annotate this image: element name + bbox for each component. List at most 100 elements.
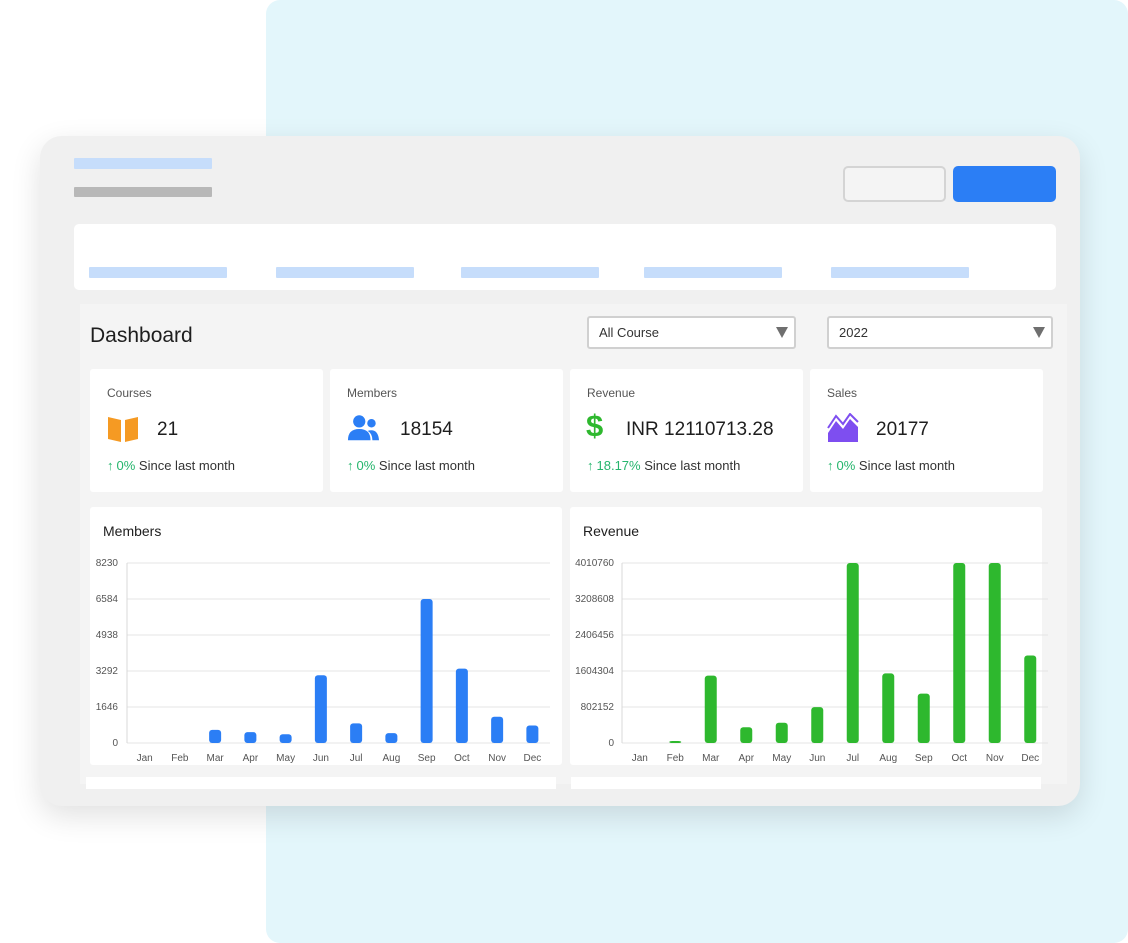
x-tick-label: Aug bbox=[879, 753, 897, 764]
bar-nov bbox=[988, 563, 1001, 743]
course-filter-value: All Course bbox=[599, 325, 659, 340]
app-window: Dashboard All Course 2022 Courses 21 ↑ 0%… bbox=[40, 136, 1080, 806]
arrow-up-icon: ↑ bbox=[587, 458, 594, 473]
stat-card-revenue: Revenue $ INR 12110713.28 ↑ 18.17% Since … bbox=[570, 369, 803, 492]
stat-label: Sales bbox=[827, 386, 858, 400]
stat-value: INR 12110713.28 bbox=[626, 419, 774, 440]
y-tick-label: 4938 bbox=[96, 630, 119, 641]
nav-item-2[interactable] bbox=[276, 267, 414, 278]
nav-item-4[interactable] bbox=[644, 267, 782, 278]
x-tick-label: Mar bbox=[207, 753, 225, 764]
area-chart-icon bbox=[827, 413, 859, 442]
bar-apr bbox=[740, 727, 753, 743]
revenue-bar-chart: 0 802152 1604304 2406456 3208608 4010760 Jan Fe… bbox=[575, 558, 1048, 764]
x-tick-label: Feb bbox=[171, 753, 189, 764]
bar-aug bbox=[882, 673, 895, 743]
bar-apr bbox=[244, 732, 257, 743]
x-tick-label: Jun bbox=[313, 753, 329, 764]
header-title-placeholder bbox=[74, 158, 212, 169]
header-subtitle-placeholder bbox=[74, 187, 212, 197]
stat-card-members: Members 18154 ↑ 0% Since last month bbox=[330, 369, 563, 492]
x-tick-label: Oct bbox=[454, 753, 470, 764]
bar-mar bbox=[704, 675, 717, 743]
arrow-up-icon: ↑ bbox=[107, 458, 114, 473]
bar-jul bbox=[350, 723, 363, 743]
primary-button[interactable] bbox=[953, 166, 1056, 202]
navigation-bar bbox=[74, 224, 1056, 290]
bar-aug bbox=[385, 733, 398, 743]
y-tick-label: 0 bbox=[112, 738, 118, 749]
y-tick-label: 802152 bbox=[581, 702, 615, 713]
stat-value: 21 bbox=[157, 419, 179, 440]
bar-dec bbox=[526, 725, 539, 743]
bar-may bbox=[775, 722, 788, 743]
members-chart-card: Members 0 1646 3292 4938 6584 8230 Jan Feb Mar Ap… bbox=[90, 507, 562, 765]
y-tick-label: 6584 bbox=[96, 594, 119, 605]
arrow-up-icon: ↑ bbox=[827, 458, 834, 473]
y-tick-label: 4010760 bbox=[575, 558, 614, 569]
x-tick-label: Aug bbox=[382, 753, 400, 764]
bar-may bbox=[279, 734, 292, 743]
stat-since: Since last month bbox=[644, 458, 741, 473]
nav-item-5[interactable] bbox=[831, 267, 969, 278]
stat-change: 18.17% bbox=[596, 458, 641, 473]
y-tick-label: 8230 bbox=[96, 558, 119, 569]
y-tick-label: 1646 bbox=[96, 702, 119, 713]
year-filter-value: 2022 bbox=[839, 325, 868, 340]
bar-sep bbox=[917, 693, 930, 743]
x-tick-label: Jan bbox=[137, 753, 153, 764]
bar-jun bbox=[811, 707, 824, 743]
stat-card-sales: Sales 20177 ↑ 0% Since last month bbox=[810, 369, 1043, 492]
users-icon bbox=[347, 415, 379, 441]
bar-oct bbox=[953, 563, 966, 743]
page-title: Dashboard bbox=[90, 324, 193, 347]
bar-feb bbox=[669, 741, 682, 743]
x-tick-label: Jun bbox=[809, 753, 825, 764]
x-tick-label: May bbox=[276, 753, 295, 764]
stat-label: Courses bbox=[107, 386, 152, 400]
stat-trend: ↑ 0% Since last month bbox=[347, 458, 475, 473]
bar-dec bbox=[1024, 655, 1037, 743]
stat-trend: ↑ 0% Since last month bbox=[107, 458, 235, 473]
stat-change: 0% bbox=[116, 458, 136, 473]
lower-card-left bbox=[86, 777, 556, 789]
x-tick-label: Sep bbox=[418, 753, 436, 764]
stat-change: 0% bbox=[356, 458, 376, 473]
stat-value: 18154 bbox=[400, 419, 453, 440]
x-tick-label: Oct bbox=[951, 753, 967, 764]
stat-label: Members bbox=[347, 386, 398, 400]
x-tick-label: May bbox=[772, 753, 791, 764]
x-tick-label: Dec bbox=[523, 753, 541, 764]
y-tick-label: 2406456 bbox=[575, 630, 614, 641]
bar-jul bbox=[846, 563, 859, 743]
x-tick-label: Nov bbox=[488, 753, 506, 764]
chevron-down-icon bbox=[1033, 327, 1045, 338]
lower-card-right bbox=[571, 777, 1041, 789]
secondary-button[interactable] bbox=[843, 166, 946, 202]
stat-label: Revenue bbox=[587, 386, 636, 400]
nav-item-3[interactable] bbox=[461, 267, 599, 278]
course-filter-select[interactable]: All Course bbox=[587, 316, 796, 349]
stat-trend: ↑ 0% Since last month bbox=[827, 458, 955, 473]
nav-item-1[interactable] bbox=[89, 267, 227, 278]
dashboard-content: Dashboard All Course 2022 Courses 21 ↑ 0%… bbox=[80, 304, 1067, 789]
bar-oct bbox=[455, 668, 468, 743]
x-tick-label: Nov bbox=[986, 753, 1004, 764]
stat-since: Since last month bbox=[138, 458, 236, 473]
x-tick-label: Jul bbox=[350, 753, 363, 764]
bar-nov bbox=[491, 716, 504, 743]
arrow-up-icon: ↑ bbox=[347, 458, 354, 473]
revenue-chart-card: Revenue 0 802152 1604304 2406456 3208608 4010… bbox=[570, 507, 1048, 765]
bar-jun bbox=[314, 675, 327, 743]
bar-mar bbox=[209, 729, 222, 743]
x-tick-label: Sep bbox=[915, 753, 933, 764]
x-tick-label: Mar bbox=[702, 753, 720, 764]
book-icon bbox=[108, 417, 138, 442]
year-filter-select[interactable]: 2022 bbox=[827, 316, 1053, 349]
x-tick-label: Apr bbox=[738, 753, 754, 764]
stat-since: Since last month bbox=[378, 458, 476, 473]
y-tick-label: 1604304 bbox=[575, 666, 614, 677]
stat-value: 20177 bbox=[876, 419, 929, 440]
y-tick-label: 3208608 bbox=[575, 594, 614, 605]
x-tick-label: Apr bbox=[243, 753, 259, 764]
